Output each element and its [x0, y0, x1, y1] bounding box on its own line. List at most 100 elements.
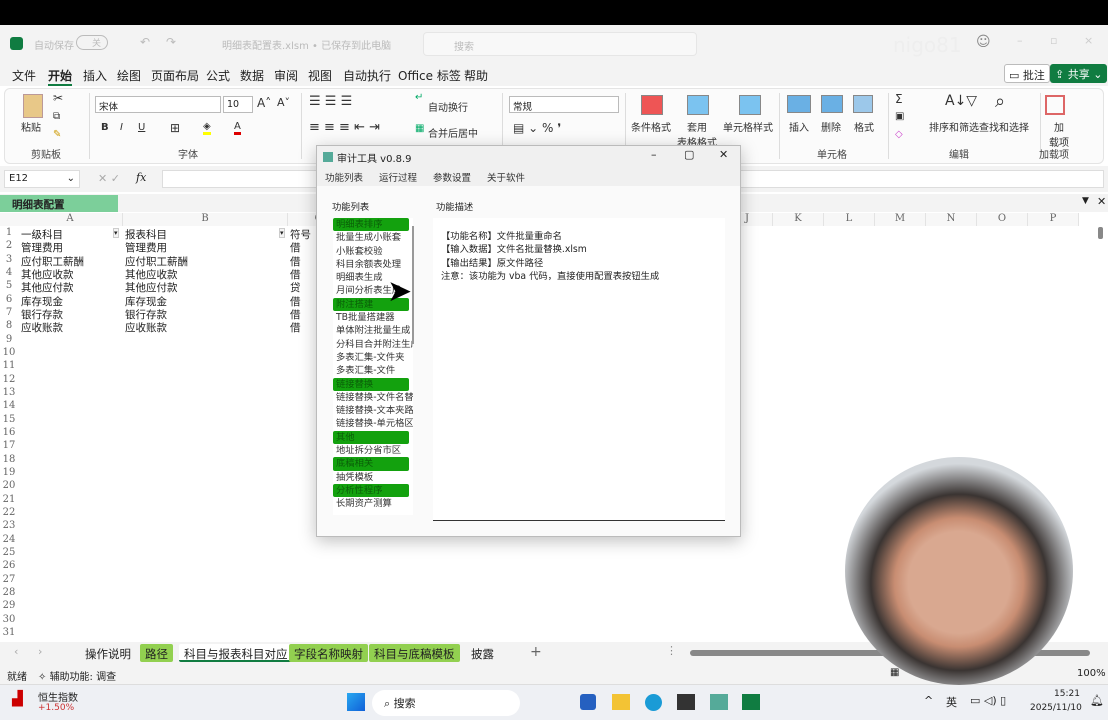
cell[interactable]: 借: [290, 320, 301, 335]
wrap-text-icon[interactable]: ↵: [415, 92, 423, 103]
row-header[interactable]: 10: [0, 347, 18, 358]
number-format-select[interactable]: 常规: [509, 96, 619, 113]
paste-icon[interactable]: [23, 94, 43, 118]
addins-icon[interactable]: [1045, 95, 1065, 115]
sheet-tab[interactable]: 科目与底稿模板: [369, 644, 460, 662]
ime-indicator[interactable]: 英: [946, 694, 957, 710]
row-header[interactable]: 2: [0, 240, 18, 251]
row-header[interactable]: 3: [0, 254, 18, 265]
border-icon[interactable]: ⊞: [170, 121, 180, 135]
function-list-item[interactable]: 地址拆分省市区: [333, 444, 413, 457]
menu-insert[interactable]: 插入: [83, 67, 107, 84]
audit-tool-taskbar-icon[interactable]: [710, 694, 728, 710]
row-header[interactable]: 19: [0, 467, 18, 478]
file-explorer-icon[interactable]: [612, 694, 630, 710]
column-header-O[interactable]: O: [977, 213, 1028, 226]
close-workbook-icon[interactable]: ✕: [1097, 195, 1106, 208]
close-icon[interactable]: ×: [1084, 34, 1093, 47]
format-painter-icon[interactable]: ✎: [53, 129, 61, 140]
next-sheet-icon[interactable]: ›: [38, 645, 42, 658]
menu-help[interactable]: 帮助: [464, 67, 488, 84]
row-header[interactable]: 5: [0, 280, 18, 291]
menu-automate[interactable]: 自动执行: [343, 67, 391, 84]
row-header[interactable]: 4: [0, 267, 18, 278]
more-icon[interactable]: ⋮: [666, 644, 677, 657]
align-top-icon[interactable]: ☰ ☰ ☰: [309, 94, 352, 109]
menu-formulas[interactable]: 公式: [206, 67, 230, 84]
prev-sheet-icon[interactable]: ‹: [14, 645, 18, 658]
tray-chevron-icon[interactable]: ^: [924, 694, 933, 707]
clear-icon[interactable]: ◇: [895, 129, 903, 140]
sheet-tab[interactable]: 科目与报表科目对应: [179, 644, 293, 662]
cancel-icon[interactable]: ✕ ✓: [98, 172, 120, 185]
function-category-header[interactable]: 链接替换: [333, 377, 409, 391]
menu-page-layout[interactable]: 页面布局: [151, 67, 199, 84]
column-header-P[interactable]: P: [1028, 213, 1079, 226]
row-header[interactable]: 1: [0, 227, 18, 238]
column-header-M[interactable]: M: [875, 213, 926, 226]
font-name-select[interactable]: 宋体: [95, 96, 221, 113]
menu-review[interactable]: 审阅: [274, 67, 298, 84]
share-button[interactable]: ⇪ 共享 ⌄: [1050, 64, 1108, 83]
row-header[interactable]: 9: [0, 334, 18, 345]
function-list-item[interactable]: 链接替换-文本夹路径: [333, 404, 413, 417]
function-list-item[interactable]: 多表汇集-文件夹: [333, 351, 413, 364]
function-list-item[interactable]: 批量生成小账套: [333, 231, 413, 244]
add-sheet-icon[interactable]: +: [530, 644, 542, 660]
format-cells-icon[interactable]: [853, 95, 873, 113]
format-button[interactable]: 格式: [854, 119, 874, 134]
cell-style-button[interactable]: 单元格样式: [723, 119, 773, 134]
function-list-item[interactable]: 长期资产测算: [333, 497, 413, 510]
sheet-tab[interactable]: 路径: [140, 644, 173, 662]
addins-button[interactable]: 加 载项: [1049, 119, 1069, 149]
row-header[interactable]: 26: [0, 560, 18, 571]
delete-button[interactable]: 删除: [821, 119, 841, 134]
name-box[interactable]: E12 ⌄: [4, 170, 80, 188]
row-header[interactable]: 13: [0, 387, 18, 398]
comment-button[interactable]: ▭ 批注: [1004, 64, 1050, 83]
delete-cells-icon[interactable]: [821, 95, 843, 113]
merge-center-button[interactable]: 合并后居中: [428, 125, 478, 140]
insert-cells-icon[interactable]: [787, 95, 811, 113]
clock-time[interactable]: 15:21: [1054, 689, 1080, 699]
edge-icon[interactable]: [645, 694, 662, 711]
paste-button[interactable]: 粘贴: [21, 119, 41, 134]
cell[interactable]: 应收账款: [21, 320, 63, 335]
bold-icon[interactable]: B: [101, 122, 109, 133]
function-list-item[interactable]: 链接替换-文件名替换: [333, 391, 413, 404]
network-icon[interactable]: ▭ ◁) ▯: [970, 694, 1006, 707]
sheet-tab[interactable]: 披露: [466, 644, 499, 662]
excel-taskbar-icon[interactable]: [742, 694, 760, 710]
redo-icon[interactable]: ↷: [166, 35, 176, 49]
row-header[interactable]: 16: [0, 427, 18, 438]
font-color-icon[interactable]: A: [234, 121, 241, 135]
align-left-icon[interactable]: ≡ ≡ ≡ ⇤ ⇥: [309, 120, 380, 135]
column-header-K[interactable]: K: [773, 213, 824, 226]
function-list-item[interactable]: 科目余额表处理: [333, 258, 413, 271]
dialog-close-icon[interactable]: ✕: [719, 148, 728, 161]
autosave-toggle[interactable]: 关: [76, 35, 108, 50]
row-header[interactable]: 27: [0, 574, 18, 585]
search-box[interactable]: 搜索: [423, 32, 697, 56]
function-list-item[interactable]: 多表汇集-文件: [333, 364, 413, 377]
font-size-select[interactable]: 10: [223, 96, 253, 113]
table-format-icon[interactable]: [687, 95, 709, 115]
fill-icon[interactable]: ▣: [895, 111, 904, 122]
function-category-header[interactable]: 底稿相关: [333, 457, 409, 471]
sort-filter-button[interactable]: 排序和筛选: [929, 119, 979, 134]
file-name[interactable]: 明细表配置表.xlsm • 已保存到此电脑: [222, 37, 391, 52]
zoom-level[interactable]: 100%: [1077, 668, 1106, 679]
select-all[interactable]: [0, 213, 18, 226]
maximize-icon[interactable]: ▫: [1050, 34, 1057, 47]
tab-function-list[interactable]: 功能列表: [325, 170, 363, 184]
grow-font-icon[interactable]: A˄: [257, 96, 271, 110]
taskbar-search[interactable]: ⌕ 搜索: [372, 690, 520, 716]
conditional-format-icon[interactable]: [641, 95, 663, 115]
column-header-A[interactable]: A: [18, 213, 123, 226]
currency-icon[interactable]: ▤ ⌄ % ❜: [513, 121, 561, 135]
find-select-button[interactable]: 查找和选择: [979, 119, 1029, 134]
row-header[interactable]: 23: [0, 520, 18, 531]
column-header-B[interactable]: B: [123, 213, 288, 226]
italic-icon[interactable]: I: [120, 122, 123, 133]
row-header[interactable]: 6: [0, 294, 18, 305]
